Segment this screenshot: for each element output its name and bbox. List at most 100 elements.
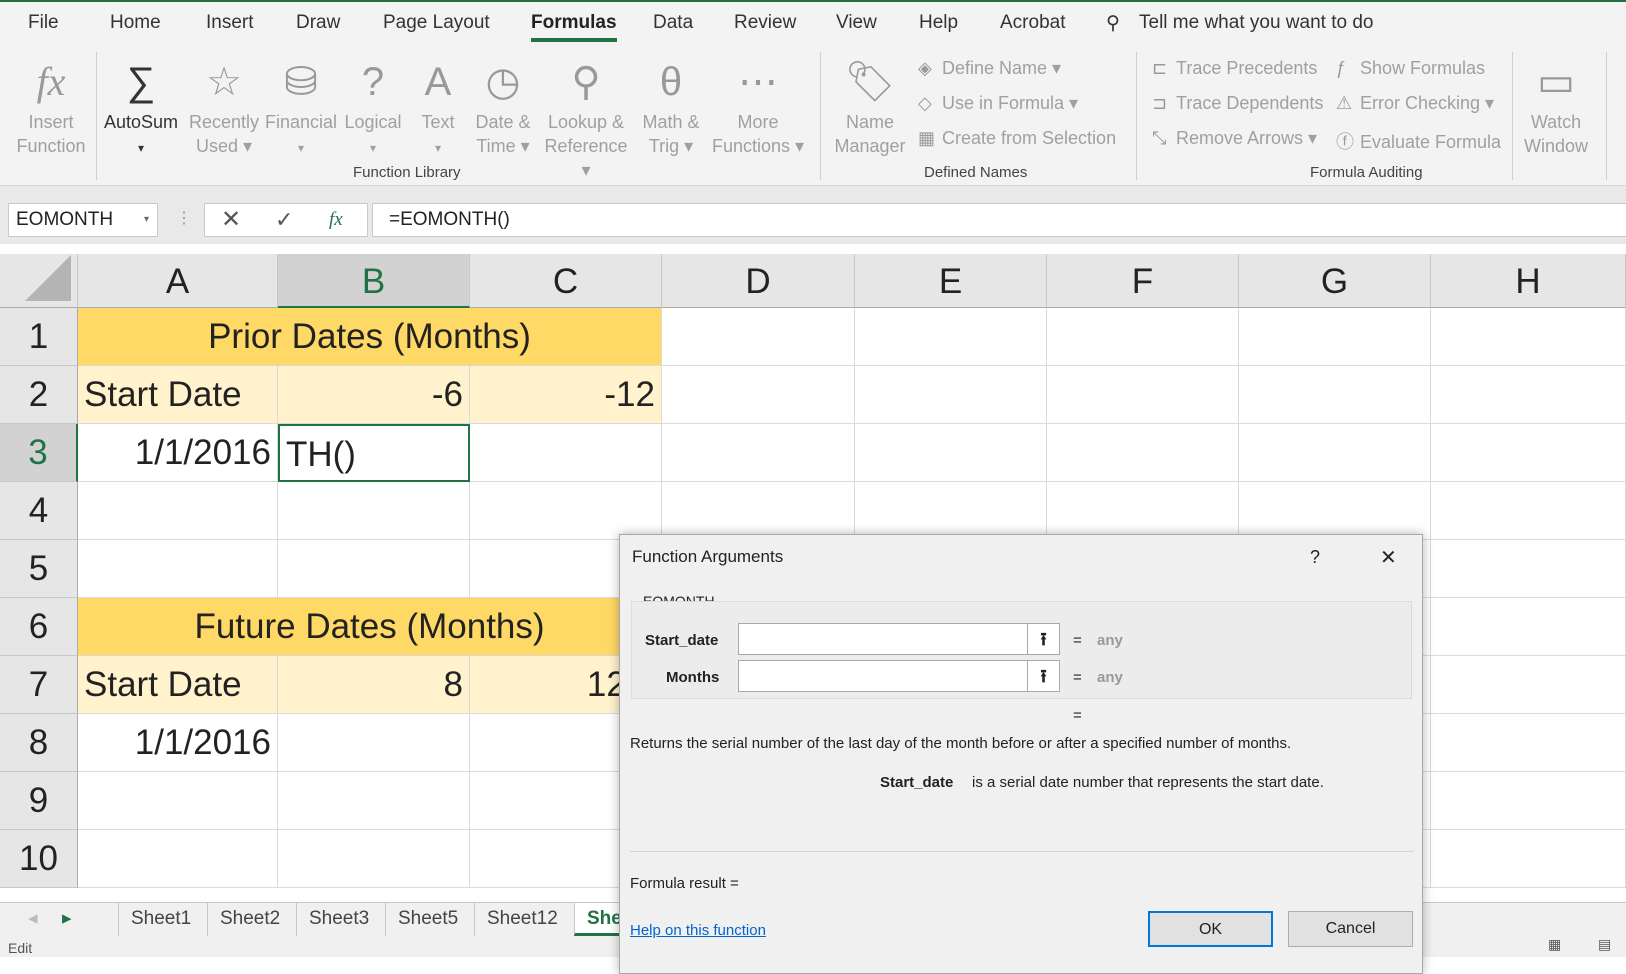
cell[interactable] <box>470 482 662 540</box>
active-cell[interactable]: TH() <box>278 424 470 482</box>
column-header-c[interactable]: C <box>470 254 662 308</box>
insert-function-icon[interactable]: fx <box>329 204 343 236</box>
select-all-button[interactable] <box>0 254 78 308</box>
insert-function-button[interactable]: fx Insert Function <box>14 54 88 158</box>
column-header-h[interactable]: H <box>1431 254 1626 308</box>
cell[interactable]: -6 <box>278 366 470 424</box>
sheet-tab[interactable]: Sheet1 <box>118 903 203 936</box>
cell[interactable] <box>1239 366 1431 424</box>
row-header-5[interactable]: 5 <box>0 540 78 598</box>
cell[interactable] <box>1239 308 1431 366</box>
cell[interactable]: 8 <box>278 656 470 714</box>
row-header-9[interactable]: 9 <box>0 772 78 830</box>
cell[interactable] <box>470 424 662 482</box>
cell[interactable] <box>855 424 1047 482</box>
scroll-right-icon[interactable]: ▸ <box>62 907 72 930</box>
cell[interactable] <box>1431 482 1626 540</box>
collapse-dialog-icon[interactable]: ⭱ <box>1027 624 1059 654</box>
cell[interactable] <box>662 482 855 540</box>
cell[interactable] <box>1239 482 1431 540</box>
column-header-f[interactable]: F <box>1047 254 1239 308</box>
cell[interactable] <box>1431 424 1626 482</box>
enter-check-icon[interactable]: ✓ <box>275 204 293 236</box>
column-header-d[interactable]: D <box>662 254 855 308</box>
remove-arrows-button[interactable]: ⤡ Remove Arrows ▾ <box>1152 128 1317 149</box>
cell[interactable] <box>1047 482 1239 540</box>
help-button[interactable]: ? <box>1310 547 1320 568</box>
column-header-e[interactable]: E <box>855 254 1047 308</box>
watch-window-button[interactable]: ▭ Watch Window <box>1516 54 1596 158</box>
help-link[interactable]: Help on this function <box>630 922 766 939</box>
cell[interactable] <box>1431 540 1626 598</box>
cell[interactable] <box>78 482 278 540</box>
trace-precedents-button[interactable]: ⊏ Trace Precedents <box>1152 58 1317 79</box>
scroll-left-icon[interactable]: ◂ <box>28 907 38 930</box>
cell[interactable]: -12 <box>470 366 662 424</box>
cell[interactable] <box>1431 772 1626 830</box>
cell[interactable] <box>1047 424 1239 482</box>
cancel-button[interactable]: Cancel <box>1288 911 1413 947</box>
cell[interactable]: Start Date <box>78 656 278 714</box>
cell[interactable] <box>1431 366 1626 424</box>
name-box[interactable]: EOMONTH ▾ <box>8 203 158 237</box>
collapse-dialog-icon[interactable]: ⭱ <box>1027 661 1059 691</box>
cell[interactable] <box>1431 598 1626 656</box>
sheet-tab[interactable]: Sheet2 <box>207 903 292 936</box>
cell[interactable] <box>278 772 470 830</box>
autosum-button[interactable]: ∑ AutoSum ▾ <box>102 54 180 160</box>
tab-page-layout[interactable]: Page Layout <box>383 12 490 34</box>
tab-data[interactable]: Data <box>653 12 693 34</box>
cell[interactable] <box>662 424 855 482</box>
financial-button[interactable]: ⛁ Financial ▾ <box>264 54 338 160</box>
cell[interactable] <box>1431 308 1626 366</box>
cell[interactable] <box>78 540 278 598</box>
months-input[interactable]: ⭱ <box>738 660 1060 692</box>
cell[interactable] <box>855 482 1047 540</box>
ok-button[interactable]: OK <box>1148 911 1273 947</box>
cell[interactable] <box>855 366 1047 424</box>
tell-me-search[interactable]: Tell me what you want to do <box>1139 12 1373 34</box>
recently-used-button[interactable]: ☆ Recently Used ▾ <box>188 54 260 158</box>
evaluate-formula-button[interactable]: ⓕ Evaluate Formula <box>1336 128 1501 154</box>
tab-review[interactable]: Review <box>734 12 796 34</box>
merged-header-cell[interactable]: Future Dates (Months) <box>78 598 662 656</box>
cell[interactable]: 1/1/2016 <box>78 424 278 482</box>
close-button[interactable]: ✕ <box>1380 545 1397 570</box>
formula-input[interactable]: =EOMONTH() <box>372 203 1626 237</box>
cell[interactable] <box>78 772 278 830</box>
row-header-2[interactable]: 2 <box>0 366 78 424</box>
cell[interactable] <box>278 482 470 540</box>
cell[interactable]: Start Date <box>78 366 278 424</box>
text-button[interactable]: A Text ▾ <box>412 54 464 160</box>
cell[interactable] <box>278 714 470 772</box>
cell[interactable] <box>278 540 470 598</box>
tab-home[interactable]: Home <box>110 12 161 34</box>
row-header-1[interactable]: 1 <box>0 308 78 366</box>
logical-button[interactable]: ? Logical ▾ <box>340 54 406 160</box>
sheet-tab[interactable]: Sheet3 <box>296 903 381 936</box>
more-functions-button[interactable]: ⋯ More Functions ▾ <box>710 54 806 158</box>
cell[interactable] <box>78 830 278 888</box>
cell[interactable] <box>662 308 855 366</box>
lookup-reference-button[interactable]: ⚲ Lookup & Reference ▾ <box>540 54 632 182</box>
error-checking-button[interactable]: ⚠ Error Checking ▾ <box>1336 93 1494 114</box>
date-time-button[interactable]: ◷ Date & Time ▾ <box>468 54 538 158</box>
tab-insert[interactable]: Insert <box>206 12 254 34</box>
cell[interactable]: 1/1/2016 <box>78 714 278 772</box>
tab-help[interactable]: Help <box>919 12 958 34</box>
row-header-4[interactable]: 4 <box>0 482 78 540</box>
tab-file[interactable]: File <box>28 12 59 34</box>
normal-view-icon[interactable]: ▦ <box>1548 936 1561 953</box>
trace-dependents-button[interactable]: ⊐ Trace Dependents <box>1152 93 1323 114</box>
row-header-8[interactable]: 8 <box>0 714 78 772</box>
page-layout-view-icon[interactable]: ▤ <box>1598 936 1611 953</box>
more-options-icon[interactable]: ⋮ <box>176 208 192 228</box>
define-name-button[interactable]: ◈ Define Name ▾ <box>918 58 1061 79</box>
search-icon[interactable]: ⚲ <box>1106 12 1120 35</box>
start-date-input[interactable]: ⭱ <box>738 623 1060 655</box>
sheet-tab[interactable]: Sheet12 <box>474 903 570 936</box>
row-header-6[interactable]: 6 <box>0 598 78 656</box>
cell[interactable] <box>662 366 855 424</box>
sheet-tab[interactable]: Sheet5 <box>385 903 470 936</box>
row-header-7[interactable]: 7 <box>0 656 78 714</box>
